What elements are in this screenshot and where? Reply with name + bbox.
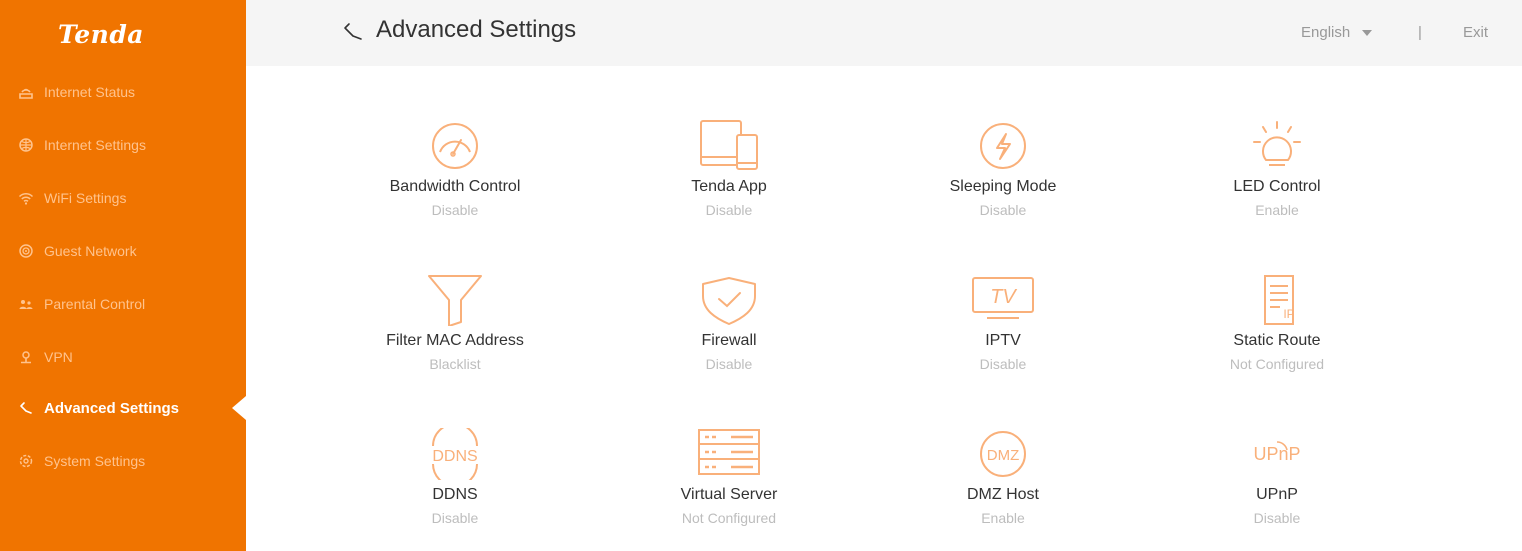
feature-tenda-app[interactable]: Tenda App Disable (629, 118, 829, 238)
language-value: English (1301, 24, 1351, 41)
feature-label: Firewall (701, 332, 757, 349)
vpn-icon (18, 349, 34, 365)
sidebar-item-label: Advanced Settings (44, 399, 180, 417)
tv-icon: TV (967, 272, 1039, 328)
feature-label: Tenda App (691, 178, 767, 195)
tenda-logo: Tenda (58, 20, 144, 49)
page-title: Advanced Settings (342, 16, 576, 44)
tools-icon (342, 19, 364, 41)
active-item-indicator (232, 396, 246, 420)
route-doc-icon: IP (1241, 272, 1313, 328)
header-separator: | (1418, 24, 1422, 41)
feature-status: Disable (431, 510, 479, 526)
ddns-icon-text: DDNS (432, 448, 477, 465)
sidebar-item-system-settings[interactable]: System Settings (18, 449, 238, 473)
feature-status: Disable (979, 356, 1027, 372)
wifi-icon (18, 190, 34, 206)
feature-status: Disable (979, 202, 1027, 218)
feature-label: DMZ Host (967, 486, 1039, 503)
parental-icon (18, 296, 34, 312)
feature-status: Not Configured (1229, 356, 1325, 372)
sidebar-item-label: System Settings (44, 453, 146, 469)
speedometer-icon (419, 118, 491, 174)
shield-icon (693, 272, 765, 328)
ddns-icon: DDNS (419, 426, 491, 482)
tv-icon-text: TV (990, 286, 1017, 308)
sidebar-item-label: Internet Status (44, 84, 136, 100)
sidebar-item-parental-control[interactable]: Parental Control (18, 292, 238, 316)
page-title-text: Advanced Settings (376, 16, 577, 43)
tools-icon (18, 400, 34, 416)
header-bar: Advanced Settings English | Exit (246, 0, 1522, 66)
dmz-icon: DMZ (967, 426, 1039, 482)
feature-upnp[interactable]: UPnP UPnP Disable (1177, 426, 1377, 546)
guest-wifi-icon (18, 243, 34, 259)
feature-label: IPTV (985, 332, 1021, 349)
feature-label: Filter MAC Address (386, 332, 524, 349)
feature-label: Virtual Server (680, 486, 778, 503)
sidebar-item-internet-status[interactable]: Internet Status (18, 80, 238, 104)
sidebar-item-label: VPN (44, 349, 73, 365)
sidebar-item-label: Internet Settings (44, 137, 146, 153)
sidebar-item-label: Guest Network (44, 243, 137, 259)
feature-led-control[interactable]: LED Control Enable (1177, 118, 1377, 238)
feature-dmz-host[interactable]: DMZ DMZ Host Enable (903, 426, 1103, 546)
gear-icon (18, 453, 34, 469)
sidebar-item-label: Parental Control (44, 296, 146, 312)
sidebar-item-advanced-settings[interactable]: Advanced Settings (18, 396, 238, 420)
feature-status: Enable (1255, 202, 1299, 218)
feature-label: UPnP (1256, 486, 1298, 503)
globe-icon (18, 137, 34, 153)
devices-icon (693, 118, 765, 174)
feature-iptv[interactable]: TV IPTV Disable (903, 272, 1103, 392)
upnp-icon: UPnP (1241, 426, 1313, 482)
feature-static-route[interactable]: IP Static Route Not Configured (1177, 272, 1377, 392)
feature-label: Static Route (1233, 332, 1321, 349)
upnp-icon-text: UPnP (1253, 444, 1300, 464)
feature-virtual-server[interactable]: Virtual Server Not Configured (629, 426, 829, 546)
sidebar-item-wifi-settings[interactable]: WiFi Settings (18, 186, 238, 210)
feature-status: Disable (1253, 510, 1301, 526)
filter-icon (419, 272, 491, 328)
sidebar-item-guest-network[interactable]: Guest Network (18, 239, 238, 263)
server-icon (693, 426, 765, 482)
sidebar-item-internet-settings[interactable]: Internet Settings (18, 133, 238, 157)
dmz-icon-text: DMZ (987, 447, 1020, 464)
sidebar-item-vpn[interactable]: VPN (18, 345, 238, 369)
feature-status: Disable (705, 356, 753, 372)
chevron-down-icon (1362, 29, 1373, 36)
feature-label: DDNS (432, 486, 478, 503)
feature-status: Disable (431, 202, 479, 218)
feature-label: LED Control (1233, 178, 1321, 195)
exit-link[interactable]: Exit (1463, 24, 1488, 41)
feature-status: Blacklist (429, 356, 481, 372)
feature-filter-mac-address[interactable]: Filter MAC Address Blacklist (355, 272, 555, 392)
feature-sleeping-mode[interactable]: Sleeping Mode Disable (903, 118, 1103, 238)
feature-firewall[interactable]: Firewall Disable (629, 272, 829, 392)
sidebar: Tenda Internet Status Internet Settings … (0, 0, 246, 551)
feature-status: Disable (705, 202, 753, 218)
sidebar-item-label: WiFi Settings (44, 190, 127, 206)
route-icon-text: IP (1283, 307, 1294, 321)
lightning-icon (967, 118, 1039, 174)
feature-label: Bandwidth Control (389, 178, 521, 195)
feature-ddns[interactable]: DDNS DDNS Disable (355, 426, 555, 546)
bulb-icon (1241, 118, 1313, 174)
feature-bandwidth-control[interactable]: Bandwidth Control Disable (355, 118, 555, 238)
feature-status: Not Configured (681, 510, 777, 526)
language-select[interactable]: English (1301, 24, 1373, 41)
feature-status: Enable (981, 510, 1025, 526)
feature-label: Sleeping Mode (949, 178, 1057, 195)
router-icon (18, 84, 34, 100)
